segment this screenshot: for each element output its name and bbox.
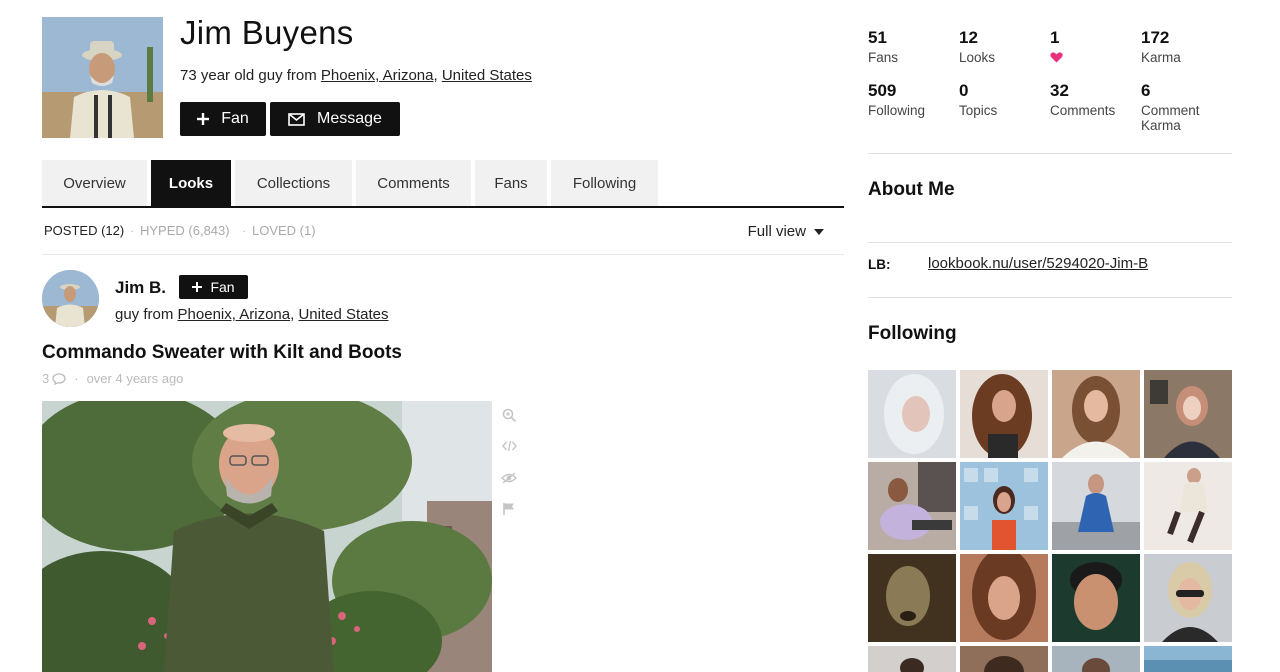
fan-button-label: Fan bbox=[221, 110, 249, 127]
stat-label: Comment Karma bbox=[1141, 103, 1200, 133]
plus-icon bbox=[197, 113, 210, 125]
country-link[interactable]: United States bbox=[442, 67, 532, 84]
stat-number: 1 bbox=[1050, 28, 1060, 47]
meta-separator: · bbox=[74, 371, 79, 386]
following-avatar[interactable] bbox=[868, 462, 956, 550]
heart-icon bbox=[1050, 51, 1135, 66]
stat-label: Karma bbox=[1141, 50, 1181, 65]
stat-number: 509 bbox=[868, 81, 897, 100]
location-text: guy from bbox=[115, 306, 178, 323]
filter-row: POSTED (12) · HYPED (6,843) · LOVED (1) … bbox=[42, 221, 844, 255]
bio-text: 73 year old guy from bbox=[180, 67, 321, 84]
post-photo[interactable] bbox=[42, 401, 492, 672]
fan-button[interactable]: Fan bbox=[180, 102, 266, 136]
post-author-location: guy from Phoenix, Arizona, United States bbox=[115, 306, 389, 323]
envelope-icon bbox=[288, 112, 305, 126]
following-avatar[interactable] bbox=[960, 554, 1048, 642]
following-avatar[interactable] bbox=[1052, 462, 1140, 550]
filter-loved[interactable]: LOVED (1) bbox=[252, 223, 316, 238]
following-avatar[interactable] bbox=[1144, 554, 1232, 642]
tab-overview[interactable]: Overview bbox=[42, 160, 147, 206]
filter-separator: · bbox=[242, 223, 247, 238]
comment-count[interactable]: 3 bbox=[42, 371, 49, 386]
lookbook-profile-link[interactable]: lookbook.nu/user/5294020-Jim-B bbox=[928, 255, 1148, 272]
following-avatar[interactable] bbox=[868, 646, 956, 672]
stat-label: Comments bbox=[1050, 103, 1116, 118]
profile-photo[interactable] bbox=[42, 17, 163, 138]
flag-icon[interactable] bbox=[500, 500, 518, 518]
profile-bio: 73 year old guy from Phoenix, Arizona, U… bbox=[180, 67, 532, 84]
post-title[interactable]: Commando Sweater with Kilt and Boots bbox=[42, 342, 402, 364]
stat-number: 6 bbox=[1141, 81, 1151, 100]
caret-down-icon bbox=[814, 228, 824, 235]
profile-tabs: Overview Looks Collections Comments Fans… bbox=[42, 160, 844, 208]
stat-number: 0 bbox=[959, 81, 969, 100]
stat-number: 172 bbox=[1141, 28, 1170, 47]
stat-looks[interactable]: 12 Looks bbox=[959, 28, 1044, 66]
view-select-label: Full view bbox=[747, 223, 806, 240]
stat-comment-karma[interactable]: 6 Comment Karma bbox=[1141, 81, 1221, 134]
post-city-link[interactable]: Phoenix, Arizona bbox=[178, 306, 291, 323]
stat-number: 32 bbox=[1050, 81, 1069, 100]
following-avatar[interactable] bbox=[1144, 646, 1232, 672]
divider bbox=[868, 242, 1232, 243]
hide-eye-icon[interactable] bbox=[500, 469, 518, 487]
stat-label: Fans bbox=[868, 50, 899, 65]
view-select[interactable]: Full view bbox=[748, 223, 824, 240]
embed-code-icon[interactable] bbox=[500, 437, 518, 455]
following-avatar[interactable] bbox=[960, 646, 1048, 672]
post-fan-button[interactable]: Fan bbox=[179, 275, 248, 299]
following-avatar[interactable] bbox=[868, 554, 956, 642]
stat-fans[interactable]: 51 Fans bbox=[868, 28, 953, 66]
stat-label: Topics bbox=[959, 103, 998, 118]
tab-fans[interactable]: Fans bbox=[475, 160, 547, 206]
divider bbox=[868, 153, 1232, 154]
stat-topics[interactable]: 0 Topics bbox=[959, 81, 1044, 119]
about-title: About Me bbox=[868, 179, 955, 200]
post-author-name[interactable]: Jim B. bbox=[115, 278, 166, 298]
following-avatar[interactable] bbox=[1144, 370, 1232, 458]
tab-following[interactable]: Following bbox=[551, 160, 658, 206]
stat-label: Following bbox=[868, 103, 926, 118]
following-avatar[interactable] bbox=[960, 462, 1048, 550]
following-avatar[interactable] bbox=[960, 370, 1048, 458]
tab-collections[interactable]: Collections bbox=[235, 160, 352, 206]
filter-posted[interactable]: POSTED (12) bbox=[44, 223, 124, 238]
post-fan-label: Fan bbox=[210, 279, 235, 295]
following-avatar[interactable] bbox=[1052, 554, 1140, 642]
following-avatar[interactable] bbox=[1052, 646, 1140, 672]
message-button[interactable]: Message bbox=[270, 102, 400, 136]
stat-following[interactable]: 509 Following bbox=[868, 81, 953, 119]
filter-separator: · bbox=[130, 223, 135, 238]
filter-hyped[interactable]: HYPED (6,843) bbox=[140, 223, 230, 238]
following-avatar[interactable] bbox=[1052, 370, 1140, 458]
zoom-icon[interactable] bbox=[500, 406, 518, 424]
post-age: over 4 years ago bbox=[86, 371, 184, 386]
profile-name: Jim Buyens bbox=[180, 14, 354, 51]
following-avatar[interactable] bbox=[1144, 462, 1232, 550]
lb-label: LB: bbox=[868, 257, 891, 272]
post-author-avatar[interactable] bbox=[42, 270, 99, 327]
following-avatar[interactable] bbox=[868, 370, 956, 458]
post-meta: 3 · over 4 years ago bbox=[42, 371, 183, 386]
following-title: Following bbox=[868, 323, 957, 344]
tab-comments[interactable]: Comments bbox=[356, 160, 471, 206]
divider bbox=[868, 297, 1232, 298]
stat-number: 51 bbox=[868, 28, 887, 47]
post-country-link[interactable]: United States bbox=[298, 306, 388, 323]
tab-looks[interactable]: Looks bbox=[151, 160, 231, 206]
message-button-label: Message bbox=[317, 110, 382, 127]
plus-icon bbox=[192, 282, 203, 292]
comment-bubble-icon[interactable] bbox=[52, 372, 66, 385]
stat-karma[interactable]: 172 Karma bbox=[1141, 28, 1226, 66]
stat-label: Looks bbox=[959, 50, 996, 65]
stat-comments[interactable]: 32 Comments bbox=[1050, 81, 1135, 119]
city-link[interactable]: Phoenix, Arizona bbox=[321, 67, 434, 84]
stat-number: 12 bbox=[959, 28, 978, 47]
stat-loves[interactable]: 1 bbox=[1050, 29, 1135, 66]
